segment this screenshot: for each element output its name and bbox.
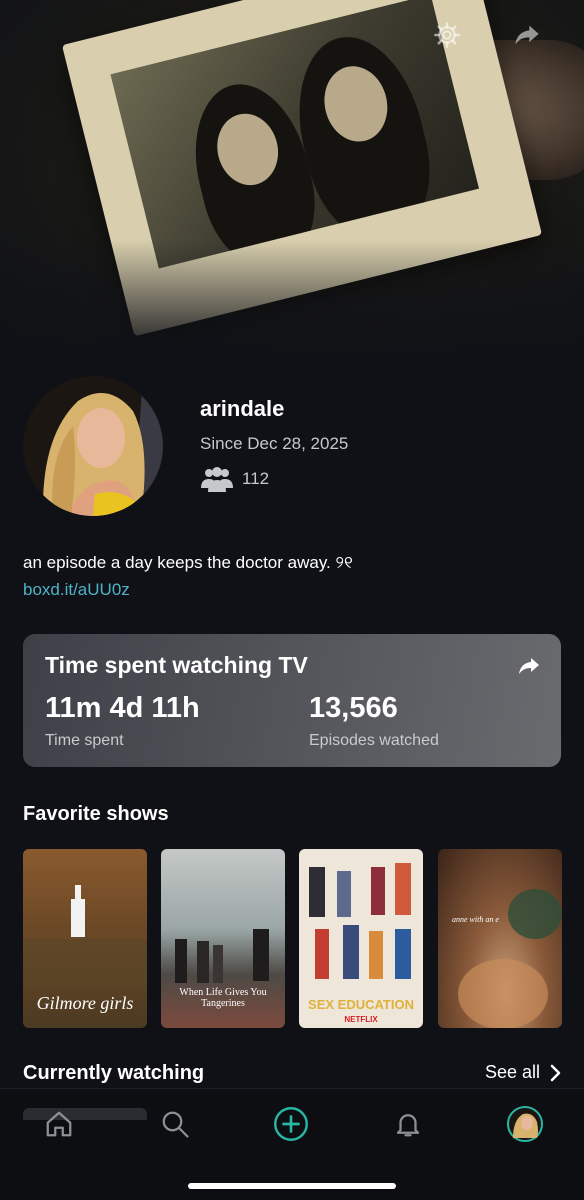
- chevron-right-icon: [550, 1064, 561, 1081]
- member-since: Since Dec 28, 2025: [200, 434, 349, 453]
- favorite-show-poster[interactable]: Gilmore girls: [23, 849, 147, 1028]
- time-spent-label: Time spent: [45, 732, 124, 749]
- settings-button[interactable]: [430, 18, 464, 52]
- poster-figure: [309, 867, 325, 917]
- poster-figure: [371, 867, 385, 915]
- poster-caption: When Life Gives You Tangerines: [179, 987, 267, 1009]
- poster-badge: NETFLIX: [344, 1015, 378, 1024]
- favorite-show-poster[interactable]: When Life Gives You Tangerines: [161, 849, 285, 1028]
- share-icon: [515, 25, 539, 45]
- poster-figure: [197, 941, 209, 983]
- home-icon: [46, 1111, 72, 1137]
- tab-add[interactable]: [273, 1106, 309, 1142]
- tab-home[interactable]: [41, 1106, 77, 1142]
- stats-title: Time spent watching TV: [45, 652, 308, 678]
- favorite-show-poster[interactable]: SEX EDUCATION NETFLIX: [299, 849, 423, 1028]
- profile-link[interactable]: boxd.it/aUU0z: [23, 580, 130, 600]
- time-spent-card[interactable]: Time spent watching TV 11m 4d 11h Time s…: [23, 634, 561, 767]
- username: arindale: [200, 396, 285, 421]
- poster-hair: [458, 959, 548, 1028]
- poster-figure: [175, 939, 187, 983]
- time-spent-value: 11m 4d 11h: [45, 692, 200, 724]
- poster-caption: SEX EDUCATION: [308, 997, 414, 1012]
- profile-banner: [0, 0, 584, 360]
- favorite-shows-title: Favorite shows: [23, 803, 169, 825]
- avatar: [507, 1106, 543, 1142]
- poster-figure: [369, 931, 383, 979]
- plus-circle-icon: [274, 1107, 308, 1141]
- home-indicator: [188, 1183, 396, 1189]
- poster-caption: anne with an e: [452, 915, 499, 924]
- see-all-link[interactable]: See all: [485, 1062, 562, 1083]
- avatar[interactable]: [23, 376, 163, 516]
- tab-search[interactable]: [157, 1106, 193, 1142]
- share-profile-button[interactable]: [510, 18, 544, 52]
- profile-bio: an episode a day keeps the doctor away. …: [23, 553, 353, 572]
- bell-icon: [396, 1114, 420, 1137]
- poster-figure: [315, 929, 329, 979]
- poster-church: [71, 899, 85, 937]
- poster-figure: [213, 945, 223, 983]
- share-icon[interactable]: [517, 654, 541, 678]
- poster-figure: [253, 929, 269, 981]
- tab-profile[interactable]: [507, 1106, 543, 1142]
- poster-figure: [395, 863, 411, 915]
- favorite-show-poster[interactable]: anne with an e: [438, 849, 562, 1028]
- poster-figure: [343, 925, 359, 979]
- poster-foliage: [508, 889, 562, 939]
- poster-steeple: [75, 885, 81, 901]
- gear-icon: [434, 22, 460, 48]
- poster-trees: [23, 939, 147, 989]
- tab-notifications[interactable]: [390, 1106, 426, 1142]
- avatar-image: [23, 376, 163, 516]
- episodes-watched-label: Episodes watched: [309, 732, 439, 749]
- followers-number: 112: [242, 469, 270, 488]
- banner-photo: [110, 0, 480, 269]
- currently-watching-title: Currently watching: [23, 1062, 205, 1084]
- followers-count[interactable]: 112: [200, 466, 269, 492]
- poster-figure: [337, 871, 351, 917]
- poster-caption: Gilmore girls: [36, 993, 134, 1013]
- poster-figure: [395, 929, 411, 979]
- banner-fade: [0, 240, 584, 360]
- see-all-label: See all: [484, 1062, 540, 1082]
- episodes-watched-value: 13,566: [309, 692, 398, 724]
- search-icon: [162, 1111, 189, 1138]
- people-icon: [201, 467, 233, 492]
